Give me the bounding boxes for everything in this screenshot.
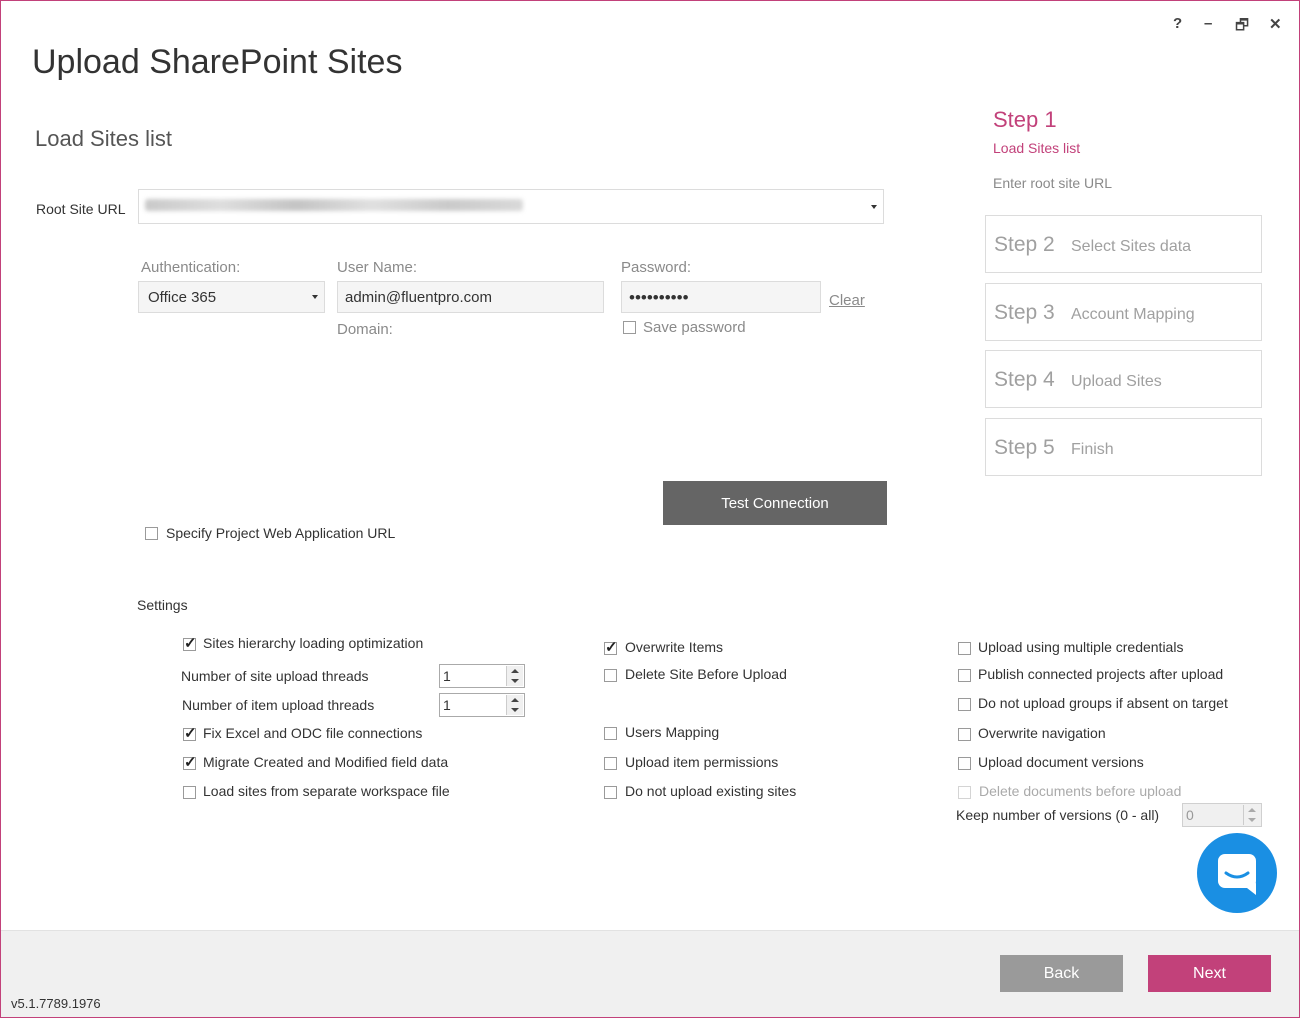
section-title: Load Sites list <box>35 126 172 151</box>
step-4-box: Step 4 Upload Sites <box>985 350 1262 408</box>
chat-bubble-icon[interactable] <box>1197 833 1277 913</box>
help-icon[interactable]: ? <box>1173 15 1182 32</box>
save-password-checkbox[interactable] <box>623 321 636 334</box>
user-name-label: User Name: <box>337 259 418 276</box>
hierarchy-optimization-checkbox[interactable]: ✓ <box>183 635 197 652</box>
authentication-select[interactable]: Office 365 <box>138 281 325 313</box>
hierarchy-optimization-label: Sites hierarchy loading optimization <box>203 635 424 651</box>
authentication-value: Office 365 <box>148 289 217 306</box>
save-password-label: Save password <box>643 319 746 336</box>
upload-versions-checkbox[interactable] <box>958 757 971 770</box>
step-2-number: Step 2 <box>994 233 1055 256</box>
user-name-value: admin@fluentpro.com <box>345 289 492 306</box>
root-site-url-value <box>145 199 523 211</box>
page-title: Upload SharePoint Sites <box>32 43 403 81</box>
step-5-number: Step 5 <box>994 436 1055 459</box>
overwrite-navigation-checkbox[interactable] <box>958 728 971 741</box>
back-button[interactable]: Back <box>1000 955 1123 992</box>
overwrite-navigation-label: Overwrite navigation <box>978 725 1106 741</box>
spin-down-icon[interactable] <box>511 708 519 712</box>
overwrite-items-checkbox[interactable]: ✓ <box>604 639 618 656</box>
step-3-name: Account Mapping <box>1071 306 1195 323</box>
item-threads-stepper[interactable]: 1 <box>439 693 525 717</box>
no-upload-groups-label: Do not upload groups if absent on target <box>978 695 1228 711</box>
check-icon: ✓ <box>184 725 197 742</box>
spin-down-icon[interactable] <box>1248 818 1256 822</box>
overwrite-items-label: Overwrite Items <box>625 639 724 655</box>
domain-label: Domain: <box>337 321 393 338</box>
no-upload-groups-checkbox[interactable] <box>958 698 971 711</box>
step-3-number: Step 3 <box>994 301 1055 324</box>
delete-documents-label: Delete documents before upload <box>979 783 1182 799</box>
users-mapping-checkbox[interactable] <box>604 727 617 740</box>
password-field[interactable]: •••••••••• <box>621 281 821 313</box>
password-label: Password: <box>621 259 692 276</box>
settings-title: Settings <box>137 597 188 613</box>
users-mapping-label: Users Mapping <box>625 724 720 740</box>
site-threads-value: 1 <box>443 668 451 684</box>
keep-versions-label: Keep number of versions (0 - all) <box>956 807 1160 823</box>
specify-pwa-label: Specify Project Web Application URL <box>166 525 396 541</box>
version-label: v5.1.7789.1976 <box>11 996 101 1011</box>
spin-up-icon[interactable] <box>511 669 519 673</box>
step-1-hint: Enter root site URL <box>993 175 1113 191</box>
load-sites-file-label: Load sites from separate workspace file <box>203 783 450 799</box>
specify-pwa-checkbox[interactable] <box>145 527 158 540</box>
keep-versions-value: 0 <box>1186 807 1194 823</box>
fix-excel-checkbox[interactable]: ✓ <box>183 725 197 742</box>
check-icon: ✓ <box>605 639 618 656</box>
step-4-number: Step 4 <box>994 368 1055 391</box>
delete-site-checkbox[interactable] <box>604 669 617 682</box>
minimize-icon[interactable]: – <box>1204 15 1212 32</box>
spin-up-icon[interactable] <box>1248 808 1256 812</box>
root-site-url-label: Root Site URL <box>36 201 126 217</box>
restore-icon[interactable]: 🗗 <box>1235 15 1249 40</box>
migrate-created-checkbox[interactable]: ✓ <box>183 754 197 771</box>
close-icon[interactable]: ✕ <box>1269 15 1282 33</box>
upload-permissions-checkbox[interactable] <box>604 757 617 770</box>
step-1-name: Load Sites list <box>993 140 1081 156</box>
spin-down-icon[interactable] <box>511 679 519 683</box>
step-4-name: Upload Sites <box>1071 373 1162 390</box>
upload-permissions-label: Upload item permissions <box>625 754 779 770</box>
item-threads-label: Number of item upload threads <box>182 697 375 713</box>
no-upload-existing-label: Do not upload existing sites <box>625 783 797 799</box>
check-icon: ✓ <box>184 635 197 652</box>
step-5-box: Step 5 Finish <box>985 418 1262 476</box>
step-3-box: Step 3 Account Mapping <box>985 283 1262 341</box>
clear-password-link[interactable]: Clear <box>829 292 865 309</box>
site-threads-label: Number of site upload threads <box>181 668 369 684</box>
migrate-created-label: Migrate Created and Modified field data <box>203 754 449 770</box>
spin-up-icon[interactable] <box>511 698 519 702</box>
app-window: ? – 🗗 ✕ Upload SharePoint Sites Load Sit… <box>0 0 1300 1018</box>
site-threads-stepper[interactable]: 1 <box>439 664 525 688</box>
chevron-down-icon[interactable] <box>312 295 318 299</box>
delete-documents-checkbox[interactable] <box>958 786 971 799</box>
item-threads-value: 1 <box>443 697 451 713</box>
step-5-name: Finish <box>1071 441 1114 458</box>
next-button[interactable]: Next <box>1148 955 1271 992</box>
test-connection-button[interactable]: Test Connection <box>663 481 887 525</box>
user-name-field[interactable]: admin@fluentpro.com <box>337 281 604 313</box>
step-2-box: Step 2 Select Sites data <box>985 215 1262 273</box>
publish-projects-checkbox[interactable] <box>958 669 971 682</box>
step-1-number: Step 1 <box>993 107 1057 132</box>
delete-site-label: Delete Site Before Upload <box>625 666 787 682</box>
keep-versions-stepper[interactable]: 0 <box>1182 803 1262 827</box>
chevron-down-icon[interactable] <box>871 204 877 209</box>
step-2-name: Select Sites data <box>1071 238 1192 255</box>
load-sites-file-checkbox[interactable] <box>183 786 196 799</box>
multiple-credentials-checkbox[interactable] <box>958 642 971 655</box>
root-site-url-dropdown[interactable] <box>138 189 884 224</box>
publish-projects-label: Publish connected projects after upload <box>978 666 1224 682</box>
password-value: •••••••••• <box>629 288 689 307</box>
upload-versions-label: Upload document versions <box>978 754 1144 770</box>
check-icon: ✓ <box>184 754 197 771</box>
authentication-label: Authentication: <box>141 259 241 276</box>
no-upload-existing-checkbox[interactable] <box>604 786 617 799</box>
fix-excel-label: Fix Excel and ODC file connections <box>203 725 423 741</box>
multiple-credentials-label: Upload using multiple credentials <box>978 639 1184 655</box>
